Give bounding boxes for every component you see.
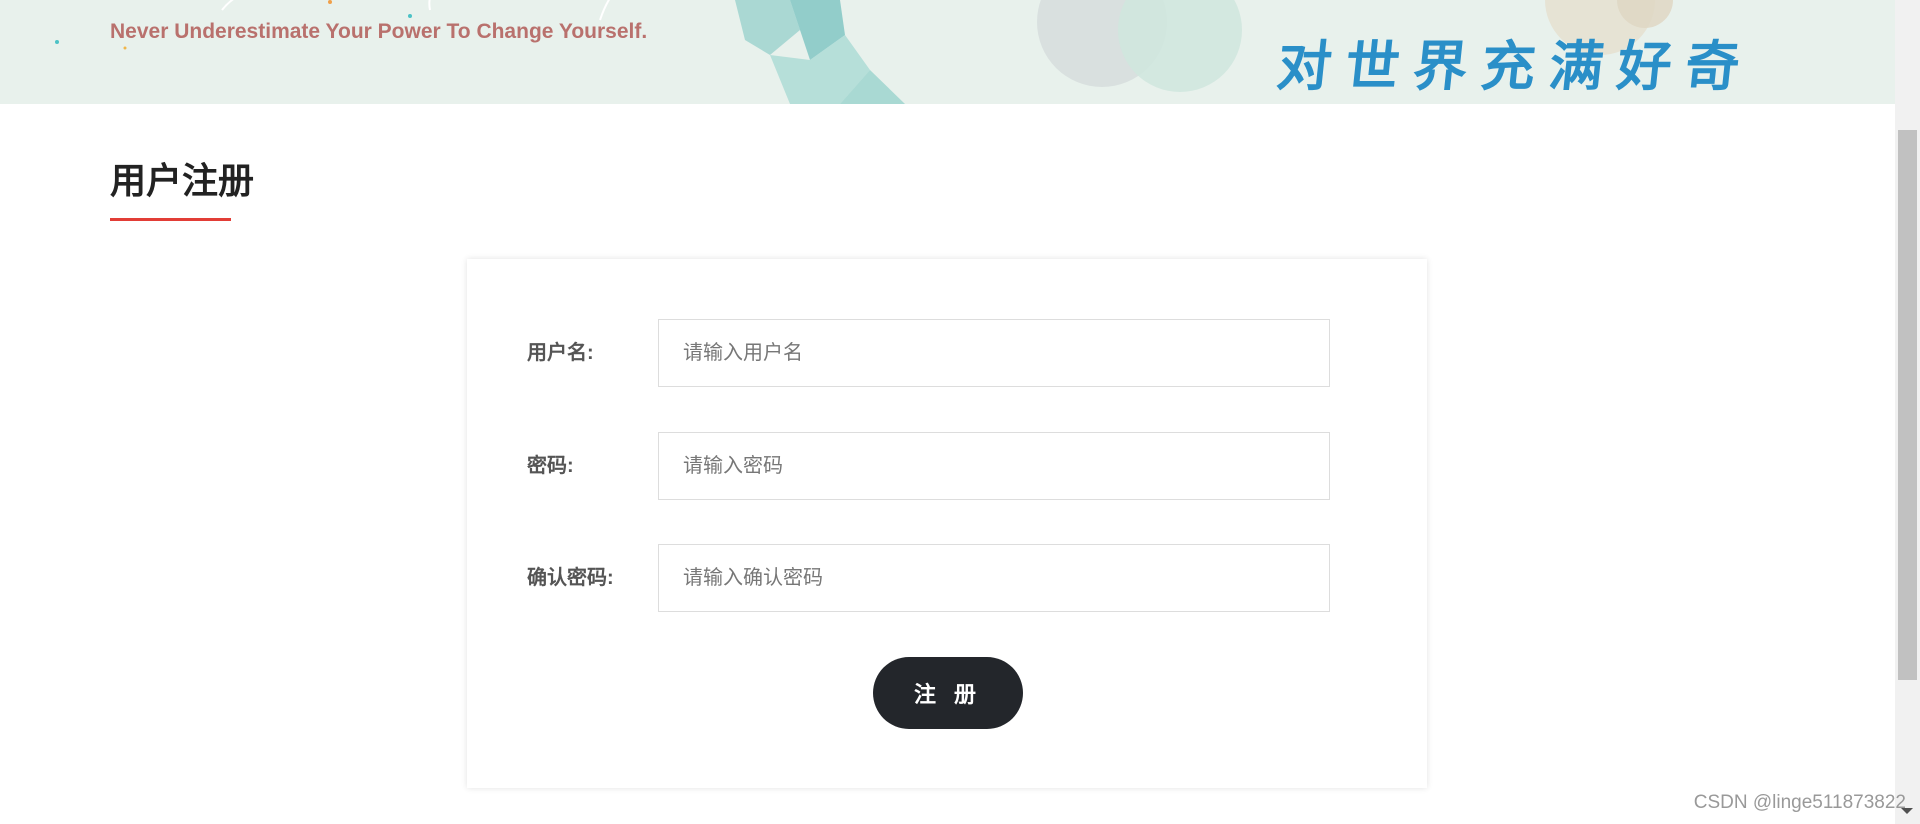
register-button[interactable]: 注 册 (873, 657, 1023, 729)
username-input[interactable] (658, 319, 1330, 387)
password-row: 密码: (467, 432, 1427, 500)
scrollbar-thumb[interactable] (1898, 130, 1917, 680)
banner-tagline: Never Underestimate Your Power To Change… (110, 20, 648, 43)
register-form-card: 用户名: 密码: 确认密码: 注 册 (467, 259, 1427, 788)
page-title: 用户注册 (110, 160, 255, 201)
page: Never Underestimate Your Power To Change… (0, 0, 1920, 824)
confirm-password-input[interactable] (658, 544, 1330, 612)
title-underline (110, 218, 231, 221)
confirm-password-label: 确认密码: (527, 567, 614, 589)
password-label: 密码: (527, 455, 574, 477)
watermark-text: CSDN @linge511873822 (1693, 792, 1906, 813)
username-row: 用户名: (467, 319, 1427, 387)
banner-slogan: 对世界充满好奇 (1274, 35, 1757, 98)
vertical-scrollbar[interactable] (1895, 0, 1920, 824)
username-label: 用户名: (527, 342, 594, 364)
password-input[interactable] (658, 432, 1330, 500)
header-banner: Never Underestimate Your Power To Change… (0, 0, 1895, 104)
confirm-password-row: 确认密码: (467, 544, 1427, 612)
